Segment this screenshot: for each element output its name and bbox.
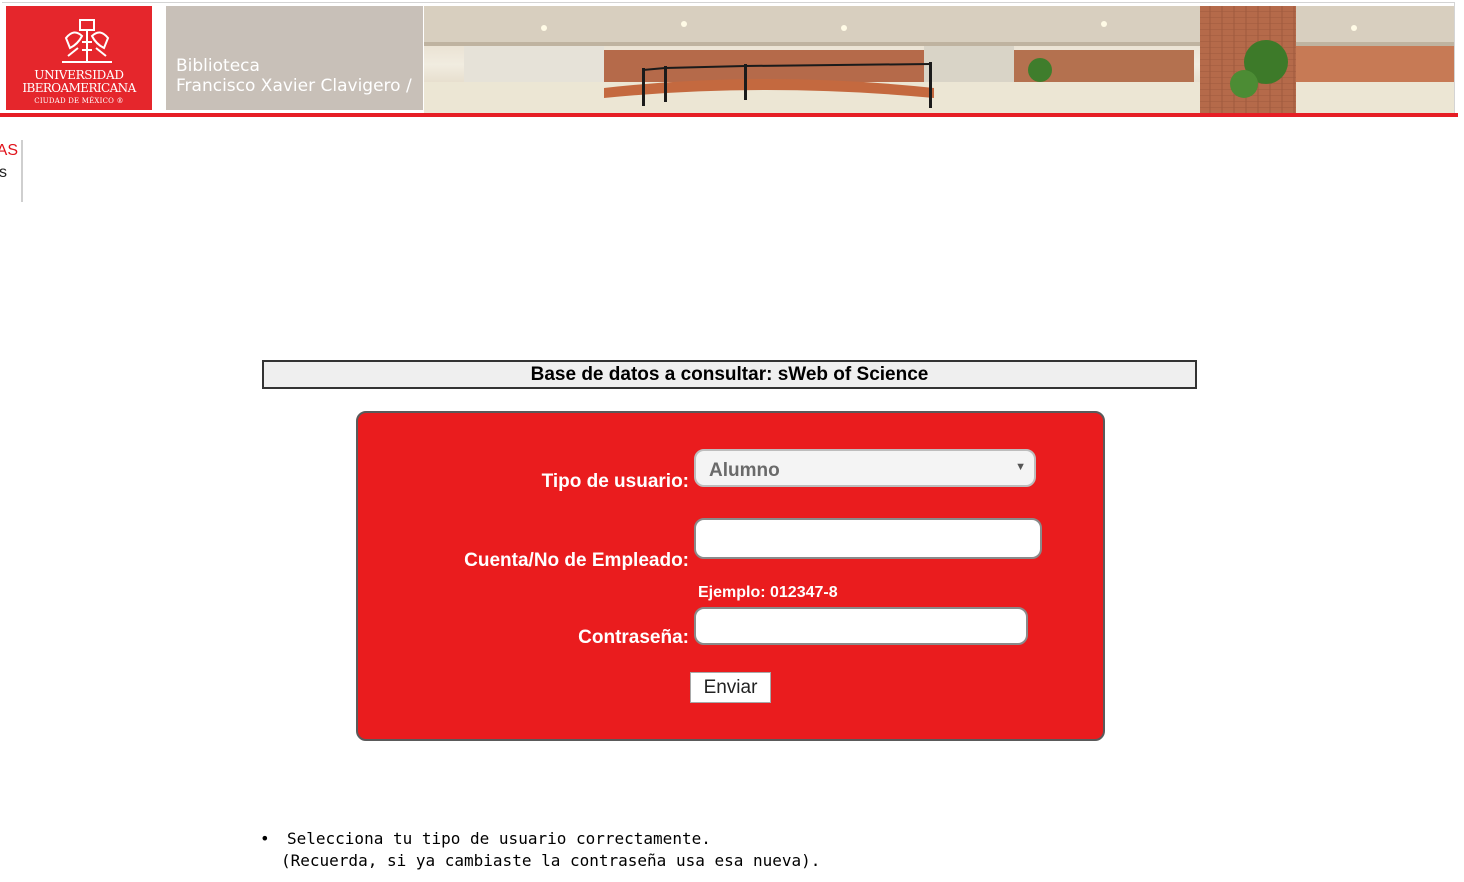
side-nav-item-1[interactable]: AS [0,142,18,160]
side-nav-item-2[interactable]: s [0,164,7,182]
library-panorama-image [424,6,1454,113]
user-type-select[interactable]: Alumno ▼ [694,449,1036,487]
library-name-block[interactable]: Biblioteca Francisco Xavier Clavigero / [166,6,423,110]
crest-icon [62,19,112,63]
user-type-label: Tipo de usuario: [541,471,689,492]
chevron-down-icon: ▼ [1015,461,1026,473]
database-title-bar: Base de datos a consultar: sWeb of Scien… [262,360,1197,389]
logo-text-city: CIUDAD DE MÉXICO ® [34,97,124,105]
library-name-line2: Francisco Xavier Clavigero / [176,76,412,96]
account-number-input[interactable] [694,518,1042,559]
university-logo[interactable]: UNIVERSIDAD IBEROAMERICANA CIUDAD DE MÉX… [6,6,152,110]
side-nav: AS s [0,140,23,202]
logo-text-universidad: UNIVERSIDAD [34,68,124,82]
password-label: Contraseña: [578,627,689,648]
banner-accent-line [0,113,1458,117]
submit-button[interactable]: Enviar [690,672,771,703]
bullet-icon: • [260,829,270,848]
library-name-line1: Biblioteca [176,56,260,76]
user-type-selected-value: Alumno [709,460,780,481]
login-form-panel: Tipo de usuario: Alumno ▼ Cuenta/No de E… [356,411,1105,741]
instruction-line-1: Selecciona tu tipo de usuario correctame… [287,829,711,848]
password-input[interactable] [694,607,1028,645]
logo-text-iberoamericana: IBEROAMERICANA [22,81,136,95]
account-number-hint: Ejemplo: 012347-8 [698,584,838,601]
instruction-line-2: (Recuerda, si ya cambiaste la contraseña… [281,851,821,870]
header-banner: UNIVERSIDAD IBEROAMERICANA CIUDAD DE MÉX… [0,0,1458,118]
account-number-label: Cuenta/No de Empleado: [464,550,689,571]
